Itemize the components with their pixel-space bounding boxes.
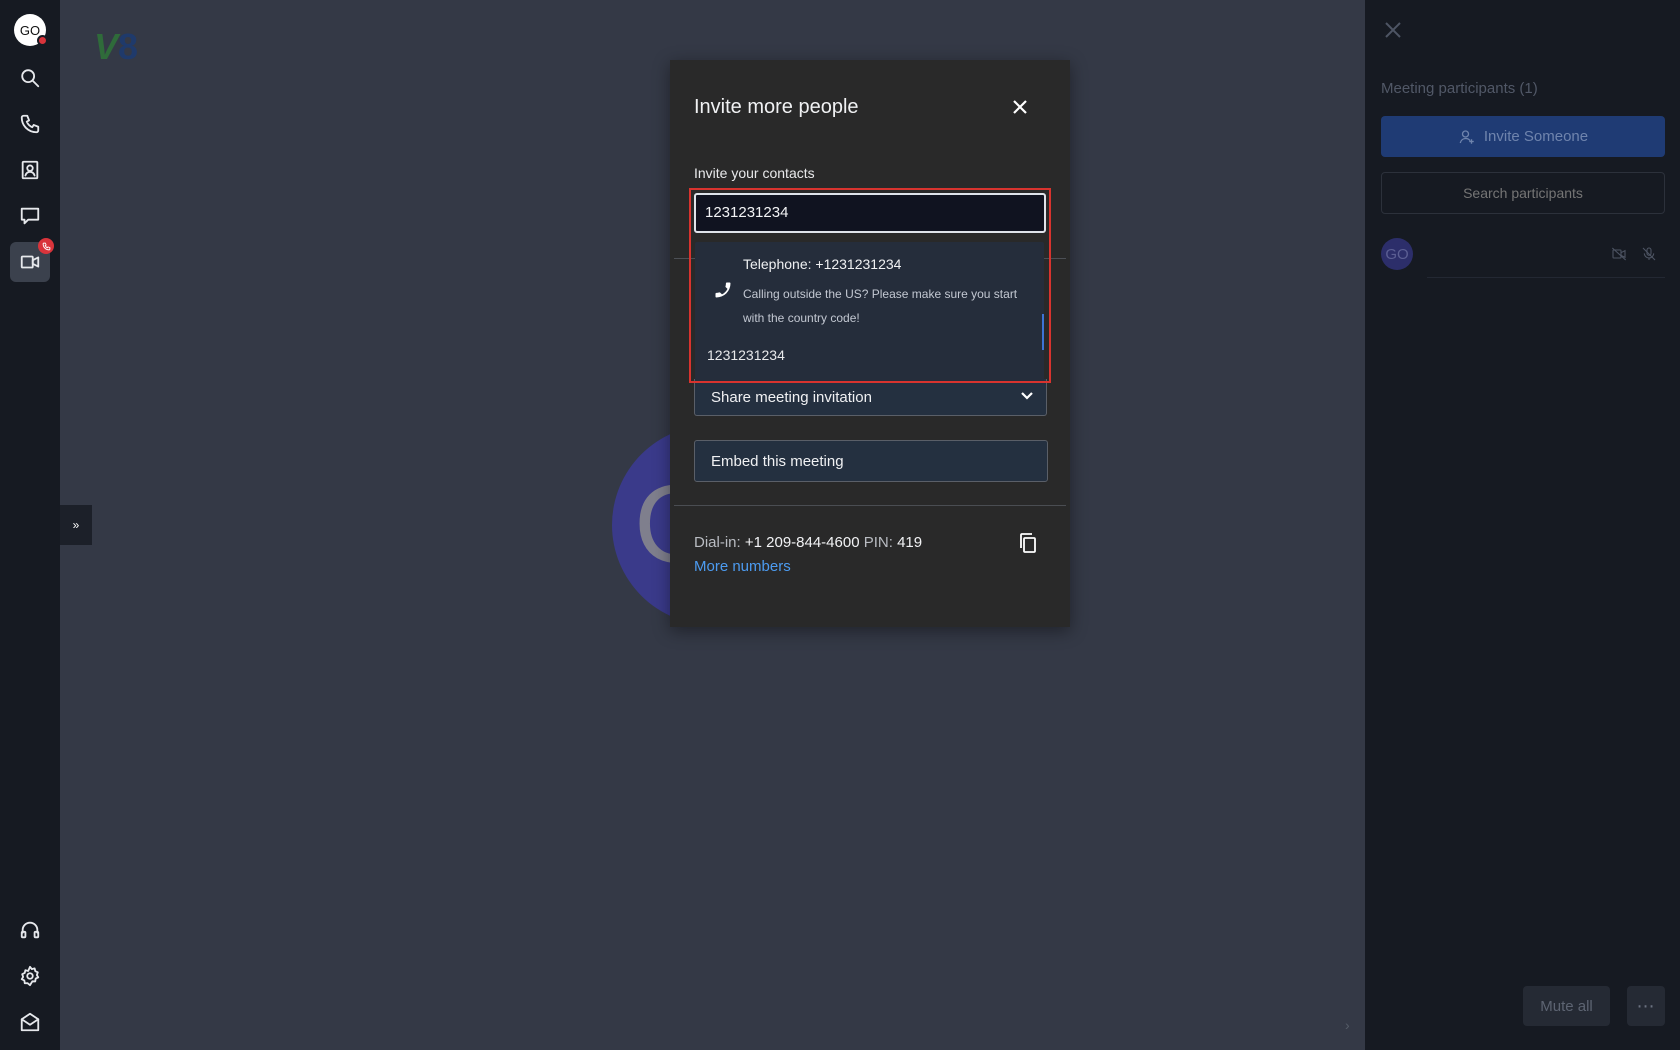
video-off-icon: [1611, 247, 1627, 261]
invite-contacts-label: Invite your contacts: [694, 165, 815, 181]
phone-icon: [20, 114, 40, 134]
chevron-down-icon: [1020, 389, 1034, 408]
copy-dial-in-button[interactable]: [1018, 532, 1038, 559]
call-badge: [38, 238, 54, 254]
invite-someone-button[interactable]: Invite Someone: [1381, 116, 1665, 157]
chat-icon: [20, 207, 40, 225]
user-avatar[interactable]: GO: [14, 14, 48, 46]
pin-label: PIN:: [863, 534, 893, 551]
gear-icon: [20, 965, 40, 987]
search-participants-input[interactable]: [1381, 172, 1665, 214]
dial-in-number: +1 209-844-4600: [744, 534, 860, 551]
more-options-button[interactable]: ⋯: [1627, 986, 1665, 1026]
participants-title: Meeting participants (1): [1381, 80, 1538, 97]
add-user-icon: [1459, 129, 1474, 144]
mail-icon: [20, 1012, 40, 1032]
status-dot: [37, 35, 48, 46]
chat-button[interactable]: [10, 196, 50, 236]
close-icon: [1013, 100, 1027, 114]
expand-toolbar-button[interactable]: »: [60, 505, 92, 545]
search-icon: [21, 69, 40, 88]
headset-icon: [20, 921, 40, 939]
more-numbers-link[interactable]: More numbers: [694, 558, 791, 575]
participant-status-icons: [1611, 246, 1657, 262]
phone-badge-icon: [42, 242, 50, 250]
support-button[interactable]: [10, 910, 50, 950]
left-rail: GO: [0, 0, 60, 1050]
brand-logo: V 8: [94, 26, 139, 67]
dial-in-info: Dial-in: +1 209-844-4600 PIN: 419: [694, 534, 922, 551]
highlight-box: [689, 188, 1051, 383]
video-icon: [20, 255, 40, 269]
close-dialog-button[interactable]: [1011, 98, 1029, 116]
video-button[interactable]: [10, 238, 54, 282]
dialog-title: Invite more people: [694, 96, 859, 118]
invite-someone-label: Invite Someone: [1483, 128, 1589, 145]
contacts-icon: [21, 160, 39, 180]
logo-text: 8: [118, 26, 139, 67]
mute-all-button[interactable]: Mute all: [1523, 986, 1610, 1026]
embed-meeting-button[interactable]: Embed this meeting: [694, 440, 1048, 482]
participants-panel: Meeting participants (1) Invite Someone …: [1365, 0, 1680, 1050]
contacts-button[interactable]: [10, 150, 50, 190]
share-invitation-dropdown[interactable]: Share meeting invitation: [694, 379, 1047, 416]
settings-button[interactable]: [10, 956, 50, 996]
invite-dialog: Invite more people Invite your contacts …: [670, 60, 1070, 627]
pin-value: 419: [897, 534, 923, 551]
copy-icon: [1020, 533, 1036, 553]
user-avatar-initials: GO: [19, 22, 41, 38]
participant-avatar: GO: [1381, 238, 1413, 270]
mail-button[interactable]: [10, 1002, 50, 1042]
participant-divider: [1427, 277, 1665, 278]
mic-off-icon: [1642, 247, 1656, 261]
dial-in-label: Dial-in:: [694, 534, 741, 551]
share-invitation-label: Share meeting invitation: [711, 389, 872, 406]
logo-mark: V: [94, 26, 119, 67]
participant-row[interactable]: GO: [1381, 238, 1665, 278]
phone-button[interactable]: [10, 104, 50, 144]
chevron-right-icon: ›: [1345, 1017, 1350, 1033]
close-panel-button[interactable]: [1383, 20, 1407, 44]
double-chevron-right-icon: »: [72, 518, 80, 532]
app-root: GO V 8 » Meeting participants (1) Invite…: [0, 0, 1680, 1050]
dialog-divider: [674, 505, 1066, 506]
close-icon: [1385, 22, 1401, 38]
search-button[interactable]: [10, 58, 50, 98]
embed-meeting-label: Embed this meeting: [711, 453, 844, 470]
